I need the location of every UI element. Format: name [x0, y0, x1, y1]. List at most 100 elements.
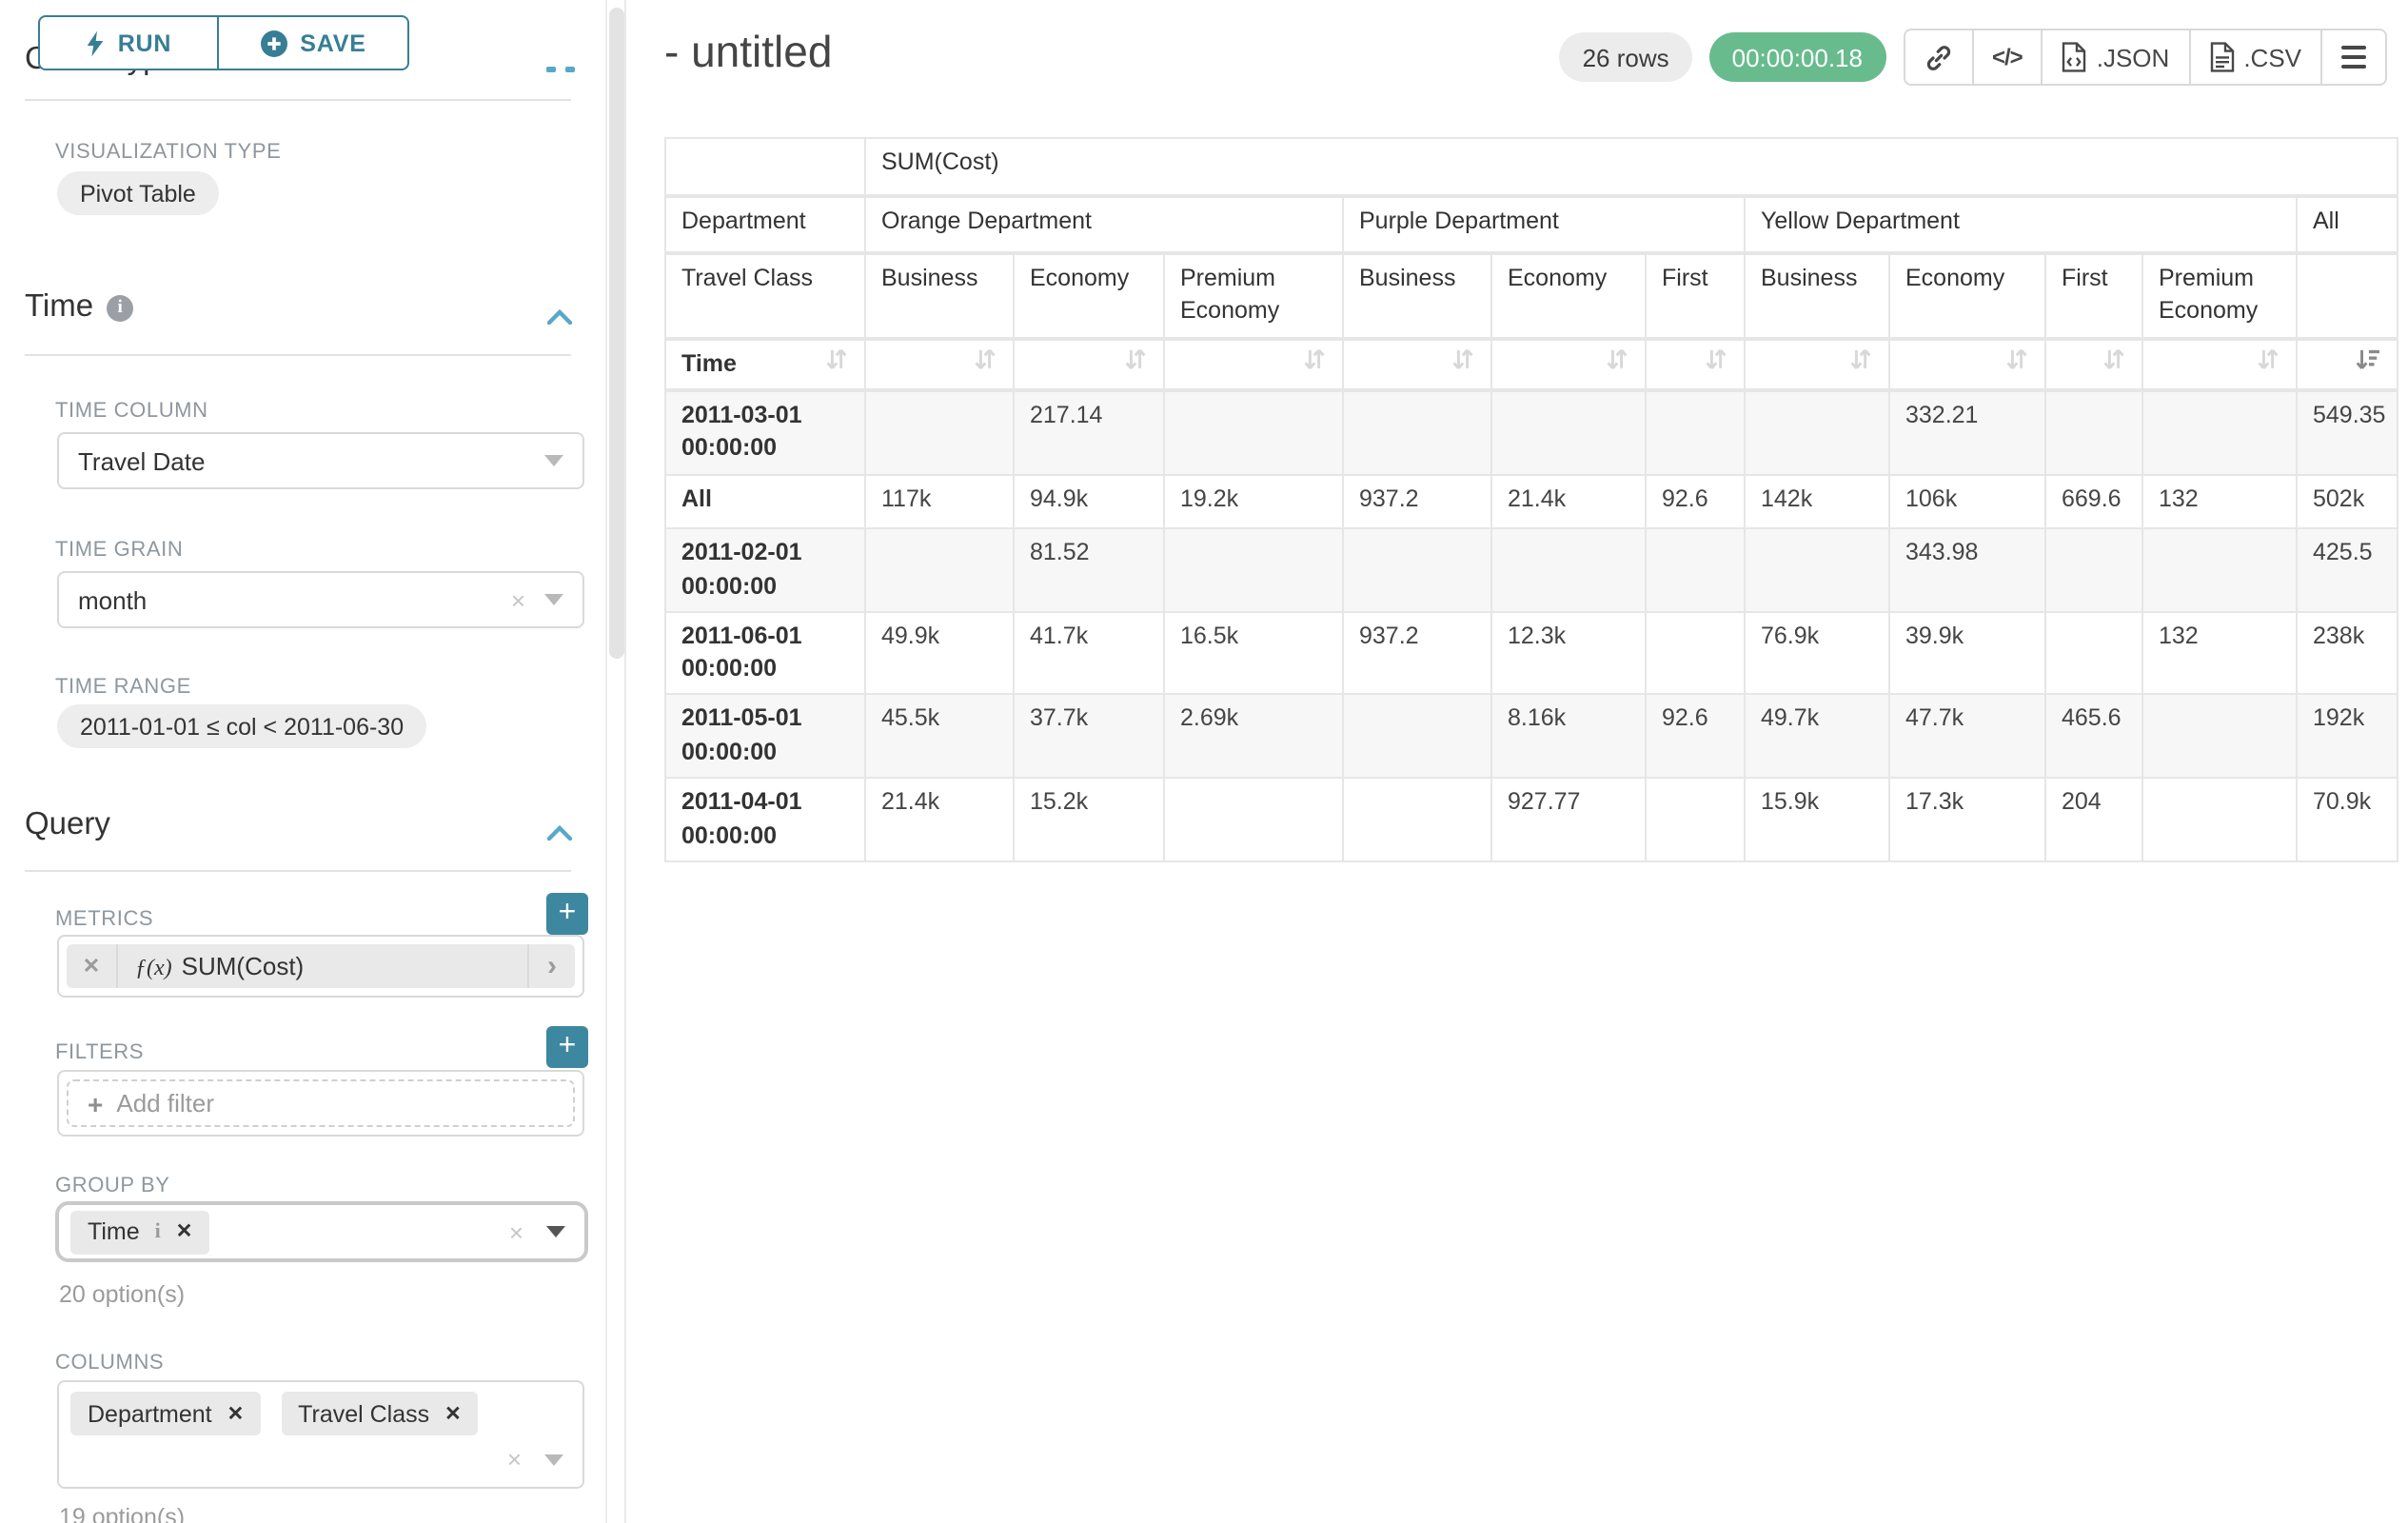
remove-tag-icon[interactable]: ✕ — [227, 1402, 245, 1425]
table-row: 2011-02-01 00:00:0081.52343.98425.5 — [665, 529, 2398, 612]
sort-icon[interactable] — [1605, 347, 1629, 370]
table-cell — [2045, 390, 2142, 476]
remove-metric-icon[interactable]: ✕ — [67, 944, 118, 988]
run-button[interactable]: RUN — [38, 15, 217, 70]
link-icon — [1924, 43, 1952, 71]
column-sort-header[interactable] — [1745, 338, 1889, 390]
travel-class-column-header: First — [2045, 252, 2142, 338]
sort-icon[interactable] — [1848, 347, 1873, 370]
column-sort-header[interactable] — [1491, 338, 1646, 390]
column-sort-header[interactable] — [1164, 338, 1343, 390]
chevron-down-icon[interactable] — [546, 1226, 565, 1237]
columns-tag: Department ✕ — [70, 1392, 261, 1435]
group-by-label: GROUP BY — [55, 1175, 170, 1197]
column-sort-header[interactable] — [1343, 338, 1491, 390]
table-cell: 81.52 — [1014, 529, 1164, 612]
sidebar-scrollbar[interactable] — [605, 0, 626, 1523]
share-link-button[interactable] — [1905, 30, 1973, 84]
embed-code-button[interactable]: </> — [1973, 30, 2043, 84]
column-sort-header[interactable] — [1646, 338, 1745, 390]
collapse-time-section-icon[interactable] — [546, 301, 573, 335]
table-cell: 21.4k — [1491, 476, 1646, 529]
info-icon[interactable]: i — [107, 294, 133, 321]
table-cell — [1343, 529, 1491, 612]
column-sort-header[interactable] — [1889, 338, 2045, 390]
column-sort-header[interactable] — [865, 338, 1014, 390]
travel-class-column-header: Economy — [1014, 252, 1164, 338]
sort-icon[interactable] — [1704, 347, 1728, 370]
table-cell: 465.6 — [2045, 695, 2142, 779]
columns-select[interactable]: Department ✕ Travel Class ✕ × — [57, 1380, 584, 1489]
chart-title[interactable]: - untitled — [664, 27, 832, 78]
visualization-type-label: VISUALIZATION TYPE — [55, 141, 281, 164]
time-sort-header[interactable]: Time — [665, 338, 865, 390]
add-filter-plus-button[interactable]: + — [546, 1026, 588, 1068]
sort-icon[interactable] — [1302, 347, 1327, 370]
time-range-pill[interactable]: 2011-01-01 ≤ col < 2011-06-30 — [57, 704, 426, 748]
export-csv-button[interactable]: .CSV — [2190, 30, 2322, 84]
table-cell: 937.2 — [1343, 476, 1491, 529]
time-label: Time — [681, 347, 737, 381]
table-cell: 132 — [2142, 476, 2297, 529]
sort-icon[interactable] — [2256, 347, 2280, 370]
sort-icon[interactable] — [2102, 347, 2126, 370]
remove-tag-icon[interactable]: ✕ — [444, 1402, 462, 1425]
time-range-label: TIME RANGE — [55, 676, 191, 699]
export-json-button[interactable]: .JSON — [2043, 30, 2191, 84]
visualization-type-pill[interactable]: Pivot Table — [57, 171, 219, 215]
group-by-tag: Time i ✕ — [70, 1210, 209, 1254]
table-cell: 94.9k — [1014, 476, 1164, 529]
table-cell: 425.5 — [2297, 529, 2398, 612]
remove-tag-icon[interactable]: ✕ — [176, 1220, 193, 1243]
fx-icon: ƒ(x) — [135, 953, 172, 979]
chevron-right-icon[interactable]: › — [527, 944, 575, 988]
column-sort-header[interactable] — [2297, 338, 2398, 390]
table-cell: 204 — [2045, 779, 2142, 861]
collapse-query-section-icon[interactable] — [546, 817, 573, 851]
travel-class-column-header: Premium Economy — [1164, 252, 1343, 338]
table-cell: 70.9k — [2297, 779, 2398, 861]
columns-tag: Travel Class ✕ — [281, 1392, 479, 1435]
table-cell: 15.9k — [1745, 779, 1889, 861]
table-cell: 76.9k — [1745, 612, 1889, 695]
add-filter-button[interactable]: + Add filter — [67, 1079, 575, 1127]
scrollbar-thumb[interactable] — [609, 8, 624, 659]
table-cell — [1491, 529, 1646, 612]
table-cell — [1164, 390, 1343, 476]
hamburger-menu-icon — [2341, 46, 2366, 69]
column-sort-header[interactable] — [1014, 338, 1164, 390]
table-cell: 21.4k — [865, 779, 1014, 861]
metric-item[interactable]: ✕ ƒ(x)SUM(Cost) › — [67, 944, 575, 988]
travel-class-row-label: Travel Class — [665, 252, 865, 338]
save-button[interactable]: SAVE — [217, 15, 409, 70]
column-sort-header[interactable] — [2045, 338, 2142, 390]
sort-desc-icon[interactable] — [2355, 347, 2381, 370]
sort-icon[interactable] — [2004, 347, 2029, 370]
metrics-control: ✕ ƒ(x)SUM(Cost) › — [57, 935, 584, 998]
time-column-select[interactable]: Travel Date — [57, 432, 584, 489]
time-column-label: TIME COLUMN — [55, 400, 208, 423]
time-grain-select[interactable]: month × — [57, 571, 584, 628]
group-by-select[interactable]: Time i ✕ × — [55, 1201, 588, 1262]
table-cell — [2142, 390, 2297, 476]
clear-icon[interactable]: × — [507, 1445, 522, 1474]
sort-icon[interactable] — [1123, 347, 1148, 370]
add-metric-button[interactable]: + — [546, 893, 588, 935]
table-cell — [865, 390, 1014, 476]
sort-icon[interactable] — [1451, 347, 1475, 370]
table-cell — [1343, 779, 1491, 861]
chevron-down-icon[interactable] — [544, 1454, 563, 1465]
table-cell: 927.77 — [1491, 779, 1646, 861]
plus-circle-icon — [260, 30, 286, 56]
clear-icon[interactable]: × — [511, 585, 525, 614]
code-icon: </> — [1992, 44, 2023, 70]
sort-icon[interactable] — [824, 347, 849, 370]
info-icon[interactable]: i — [155, 1220, 161, 1243]
table-cell: 343.98 — [1889, 529, 2045, 612]
column-sort-header[interactable] — [2142, 338, 2297, 390]
clear-icon[interactable]: × — [509, 1217, 523, 1246]
sort-icon[interactable] — [973, 347, 997, 370]
travel-class-column-header: Economy — [1889, 252, 2045, 338]
table-cell — [1343, 390, 1491, 476]
menu-button[interactable] — [2322, 30, 2385, 84]
